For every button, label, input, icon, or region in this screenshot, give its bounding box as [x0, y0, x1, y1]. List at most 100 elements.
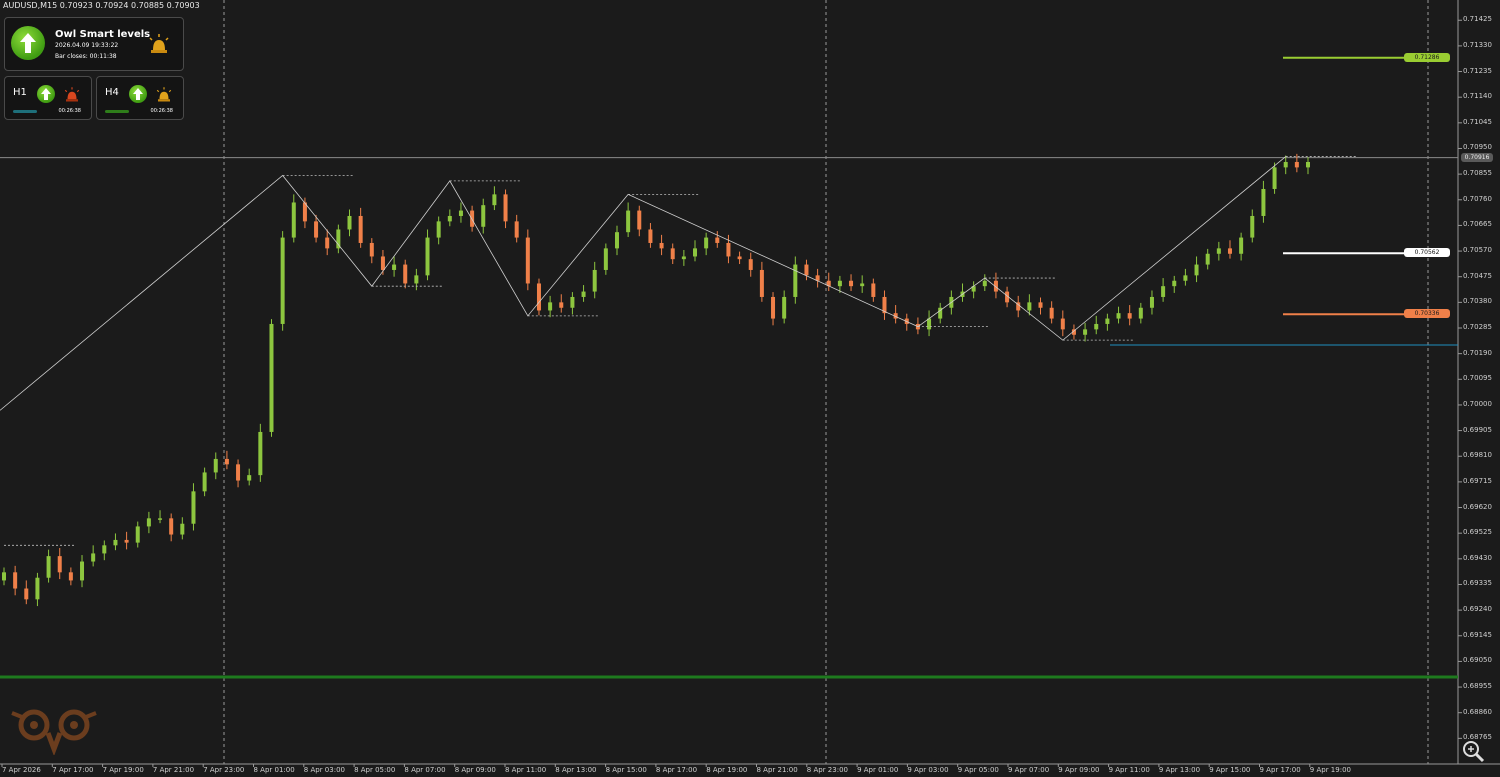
candle-body	[1239, 237, 1244, 254]
candle-body	[1205, 253, 1210, 265]
y-tick-label: 0.70380	[1463, 297, 1492, 306]
y-tick-label: 0.71330	[1463, 40, 1492, 49]
candle-body	[247, 475, 252, 481]
y-tick-label: 0.70950	[1463, 143, 1492, 152]
candle-body	[726, 242, 731, 257]
candle-body	[592, 269, 597, 292]
x-tick-label: 8 Apr 01:00	[253, 766, 295, 774]
candle-body	[492, 194, 497, 206]
x-tick-label: 9 Apr 15:00	[1209, 766, 1251, 774]
candle-body	[24, 588, 29, 600]
candle-body	[648, 229, 653, 243]
timeframe-label: H4	[105, 87, 119, 98]
candle-body	[1272, 167, 1277, 189]
x-tick-label: 7 Apr 17:00	[52, 766, 94, 774]
candle-body	[837, 280, 842, 287]
candle-body	[1060, 318, 1065, 330]
timeframe-timer: 00:26:38	[58, 108, 81, 114]
candle-body	[458, 210, 463, 216]
panel-title: Owl Smart levels	[55, 29, 151, 40]
candle-body	[1194, 264, 1199, 276]
zoom-icon[interactable]	[1460, 738, 1486, 764]
x-tick-label: 8 Apr 05:00	[354, 766, 396, 774]
candle-body	[1161, 286, 1166, 297]
y-tick-label: 0.69905	[1463, 425, 1492, 434]
arrow-up-icon	[129, 85, 147, 103]
candle-body	[403, 264, 408, 284]
candle-body	[1294, 161, 1299, 168]
price-tag-lower-orange: 0.70336	[1404, 309, 1450, 319]
y-tick-label: 0.70285	[1463, 323, 1492, 331]
y-tick-label: 0.69620	[1463, 502, 1492, 511]
candle-body	[681, 256, 686, 260]
candle-body	[1216, 248, 1221, 254]
y-tick-label: 0.70475	[1463, 271, 1492, 280]
candle-body	[1283, 161, 1288, 168]
x-tick-label: 9 Apr 07:00	[1008, 766, 1050, 774]
candle-body	[447, 215, 452, 222]
candle-body	[236, 464, 241, 481]
y-tick-label: 0.70000	[1463, 399, 1492, 408]
candle-body	[158, 518, 163, 520]
candle-body	[793, 264, 798, 297]
candle-body	[1116, 313, 1121, 319]
candle-body	[1250, 215, 1255, 238]
x-tick-label: 9 Apr 09:00	[1058, 766, 1100, 774]
candle-body	[358, 215, 363, 243]
siren-icon	[64, 87, 80, 102]
candle-body	[191, 491, 196, 524]
siren-icon	[149, 34, 169, 53]
x-tick-label: 9 Apr 13:00	[1158, 766, 1201, 774]
candle-body	[849, 280, 854, 287]
timeframe-timer: 00:26:38	[150, 108, 173, 114]
y-tick-label: 0.69335	[1463, 579, 1492, 588]
candle-body	[659, 242, 664, 249]
candle-body	[759, 269, 764, 297]
y-tick-label: 0.69430	[1463, 553, 1492, 562]
candle-body	[91, 553, 96, 562]
candle-body	[369, 242, 374, 257]
candle-body	[670, 248, 675, 260]
candle-body	[570, 296, 575, 308]
candle-body	[626, 210, 631, 233]
candle-body	[860, 283, 865, 287]
x-tick-label: 8 Apr 23:00	[806, 766, 848, 774]
y-tick-label: 0.69715	[1463, 476, 1492, 485]
timeframe-label: H1	[13, 87, 27, 98]
price-chart[interactable]	[0, 0, 1500, 777]
y-tick-label: 0.70665	[1463, 220, 1492, 229]
candle-body	[481, 205, 486, 227]
x-tick-label: 8 Apr 21:00	[756, 766, 798, 774]
candle-body	[380, 256, 385, 270]
candle-body	[113, 539, 118, 546]
candle-body	[336, 229, 341, 249]
candle-body	[1049, 307, 1054, 319]
owl-logo-icon	[11, 709, 97, 755]
x-tick-label: 9 Apr 05:00	[957, 766, 999, 774]
candle-body	[224, 458, 229, 465]
x-tick-label: 7 Apr 23:00	[203, 766, 245, 774]
x-tick-label: 8 Apr 03:00	[303, 766, 345, 774]
candle-body	[213, 458, 218, 473]
candle-body	[46, 556, 51, 578]
timeframe-h1-panel: H1 00:26:38	[4, 76, 92, 120]
candle-body	[603, 248, 608, 270]
zigzag-line	[0, 156, 1286, 411]
candle-body	[258, 431, 263, 476]
candle-body	[80, 561, 85, 581]
candle-body	[1138, 307, 1143, 319]
candle-body	[581, 291, 586, 297]
y-tick-label: 0.70760	[1463, 194, 1492, 203]
x-tick-label: 7 Apr 2026	[2, 766, 41, 774]
candle-body	[425, 237, 430, 276]
price-tag-upper-green: 0.71286	[1404, 52, 1450, 62]
timeframe-h4-panel: H4 00:26:38	[96, 76, 184, 120]
candle-body	[325, 237, 330, 249]
candle-body	[1094, 323, 1099, 330]
candle-body	[1172, 280, 1177, 287]
x-tick-label: 8 Apr 17:00	[655, 766, 698, 774]
candle-body	[927, 318, 932, 330]
y-tick-label: 0.70095	[1463, 374, 1492, 383]
x-tick-label: 7 Apr 19:00	[102, 766, 144, 774]
candle-body	[13, 572, 18, 589]
